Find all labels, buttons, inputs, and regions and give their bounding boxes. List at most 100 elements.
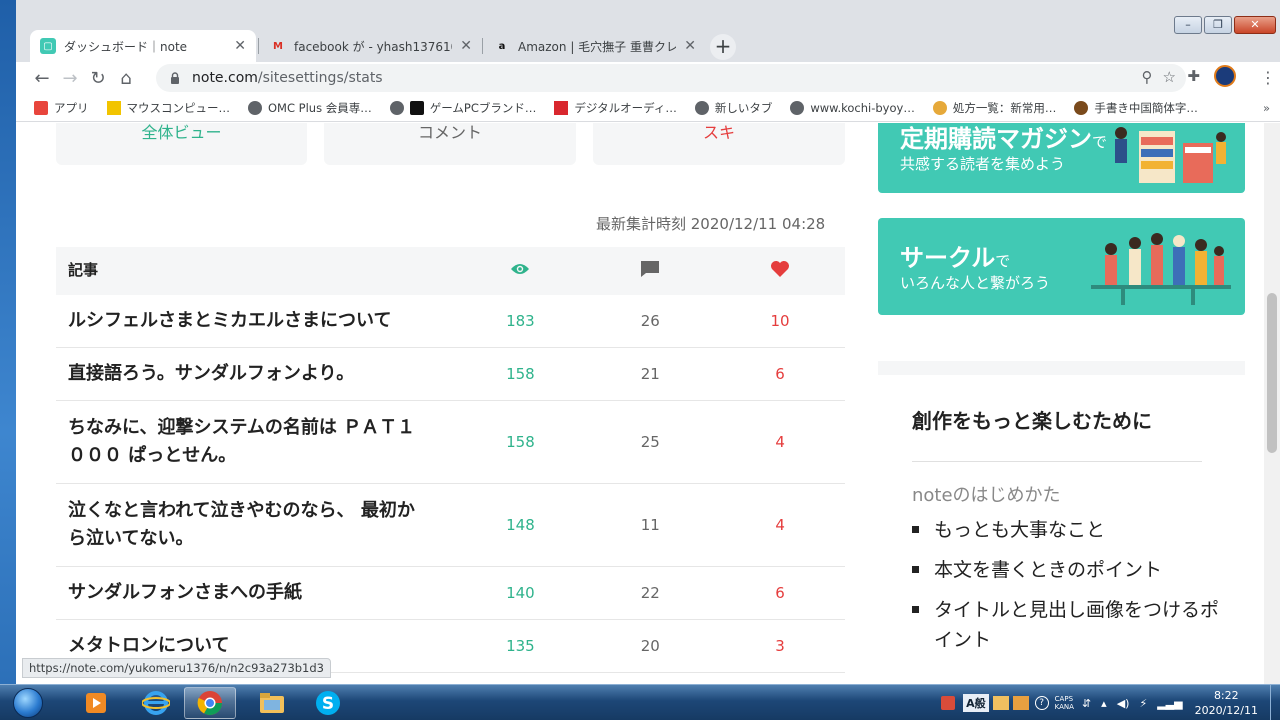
ime-mode-indicator[interactable]: A般 (963, 694, 989, 712)
help-link[interactable]: 本文を書くときのポイント (912, 555, 1232, 585)
more-bookmarks-icon[interactable]: » (1263, 101, 1270, 115)
taskbar-chrome[interactable] (184, 687, 236, 719)
browser-toolbar: ← → ↻ ⌂ note.com/sitesettings/stats ⚲ ☆ … (16, 62, 1280, 94)
circle-banner[interactable]: サークルで いろんな人と繋がろう (878, 218, 1245, 315)
caps-label: CAPS (1054, 695, 1074, 703)
tab-amazon[interactable]: a Amazon | 毛穴撫子 重曹クレン ✕ (484, 30, 706, 62)
start-button[interactable] (2, 686, 54, 720)
chevron-up-icon[interactable]: ▴ (1101, 697, 1107, 710)
table-row[interactable]: サンダルフォンさまへの手紙 140 22 6 (56, 567, 845, 620)
new-tab-button[interactable]: + (710, 34, 736, 60)
show-desktop-button[interactable] (1270, 685, 1280, 720)
comments-count: 22 (640, 584, 660, 602)
bookmark-newtab[interactable]: 新しいタブ (694, 100, 772, 116)
plugin-icon[interactable]: ⚡ (1139, 697, 1147, 710)
minimize-button[interactable]: – (1174, 16, 1202, 34)
tab-divider (482, 38, 483, 54)
amazon-icon: a (498, 40, 506, 52)
home-icon[interactable]: ⌂ (112, 64, 140, 92)
banner-title: 定期購読マガジン (900, 125, 1092, 153)
bookmark-mouse[interactable]: マウスコンピュー… (106, 100, 230, 116)
globe-icon (694, 100, 709, 115)
page-scrollbar[interactable] (1264, 123, 1280, 684)
bookmark-kochi[interactable]: www.kochi-byoy… (790, 100, 915, 115)
profile-avatar[interactable] (1214, 65, 1236, 87)
card-likes[interactable]: スキ (593, 123, 845, 165)
system-tray: A般 ? CAPS KANA ⇵ ▴ ◀) ⚡ ▂▃▅ 8:22 2020/12… (941, 685, 1280, 720)
svg-text:S: S (322, 694, 334, 714)
article-title[interactable]: 泣くなと言われて泣きやむのなら、 最初から泣いてない。 (56, 497, 426, 553)
close-tab-icon[interactable]: ✕ (684, 38, 696, 54)
likes-count: 4 (775, 516, 785, 534)
article-title[interactable]: ちなみに、迎撃システムの名前は ＰＡＴ１０００ ぱっとせん。 (56, 414, 426, 470)
skype-icon: S (316, 691, 340, 715)
bookmark-chinese[interactable]: 手書き中国簡体字… (1074, 100, 1198, 116)
ime-toolbar-icon[interactable] (1012, 696, 1029, 710)
article-title[interactable]: ルシフェルさまとミカエルさまについて (56, 307, 456, 335)
bookmark-audio[interactable]: デジタルオーディ… (554, 100, 677, 116)
chrome-icon (197, 691, 222, 716)
network-icon[interactable]: ⇵ (1082, 697, 1091, 710)
article-title[interactable]: メタトロンについて (56, 632, 456, 660)
reading-people-illustration (1115, 127, 1226, 183)
bookmark-label: OMC Plus 会員専… (268, 100, 372, 115)
views-count: 135 (506, 637, 535, 655)
clock[interactable]: 8:22 2020/12/11 (1195, 688, 1258, 718)
signal-bars-icon[interactable]: ▂▃▅ (1157, 697, 1182, 710)
clock-time: 8:22 (1213, 689, 1239, 702)
internet-explorer-icon (142, 691, 170, 715)
menu-kebab-icon[interactable]: ⋮ (1260, 68, 1276, 87)
banner-title-suffix: で (995, 252, 1011, 270)
forward-icon[interactable]: → (56, 64, 84, 92)
reload-icon[interactable]: ↻ (84, 64, 112, 92)
likes-count: 6 (775, 365, 785, 383)
table-row[interactable]: 泣くなと言われて泣きやむのなら、 最初から泣いてない。 148 11 4 (56, 484, 845, 567)
bookmark-prescription[interactable]: 処方一覧：新常用… (932, 100, 1056, 116)
help-icon[interactable]: ? (1034, 696, 1049, 710)
bookmark-omc[interactable]: OMC Plus 会員専… (248, 100, 372, 116)
table-row[interactable]: ちなみに、迎撃システムの名前は ＰＡＴ１０００ ぱっとせん。 158 25 4 (56, 401, 845, 484)
taskbar-media-player[interactable] (70, 687, 122, 719)
scrollbar-thumb[interactable] (1267, 293, 1277, 453)
help-link[interactable]: もっとも大事なこと (912, 515, 1232, 545)
bookmark-game[interactable]: ゲームPCブランド… (389, 100, 537, 116)
taskbar-internet-explorer[interactable] (130, 687, 182, 719)
table-row[interactable]: 直接語ろう。サンダルフォンより。 158 21 6 (56, 348, 845, 401)
bookmark-label: ゲームPCブランド… (429, 100, 537, 115)
article-title[interactable]: 直接語ろう。サンダルフォンより。 (56, 360, 456, 388)
group-people-illustration (1091, 233, 1231, 305)
table-row[interactable]: ルシフェルさまとミカエルさまについて 183 26 10 (56, 295, 845, 348)
card-total-views[interactable]: 全体ビュー (56, 123, 307, 165)
help-link[interactable]: タイトルと見出し画像をつけるポイント (912, 595, 1232, 655)
tray-app-icon[interactable] (941, 696, 956, 710)
zoom-icon[interactable]: ⚲ (1142, 68, 1153, 86)
extensions-puzzle-icon[interactable]: ✚ (1187, 67, 1200, 85)
article-title[interactable]: サンダルフォンさまへの手紙 (56, 579, 456, 607)
close-tab-icon[interactable]: ✕ (234, 38, 246, 54)
ime-toolbar-icon[interactable] (992, 696, 1009, 710)
banner-subtitle: 共感する読者を集めよう (900, 155, 1066, 173)
medicine-icon (932, 100, 947, 115)
bookmark-apps[interactable]: アプリ (34, 100, 89, 116)
taskbar-explorer[interactable] (246, 687, 298, 719)
address-bar[interactable]: note.com/sitesettings/stats ⚲ ☆ (156, 64, 1186, 92)
tab-note-dashboard[interactable]: ▢ ダッシュボード｜note ✕ (30, 30, 256, 62)
tab-gmail[interactable]: M facebook が - yhash13761048 ✕ (260, 30, 482, 62)
maximize-button[interactable]: ❐ (1204, 16, 1232, 34)
comments-count: 20 (640, 637, 660, 655)
close-window-button[interactable]: ✕ (1234, 16, 1276, 34)
likes-count: 10 (770, 312, 790, 330)
magazine-banner[interactable]: 定期購読マガジンで 共感する読者を集めよう (878, 123, 1245, 193)
close-tab-icon[interactable]: ✕ (460, 38, 472, 54)
browser-window: ▢ ダッシュボード｜note ✕ M facebook が - yhash137… (16, 0, 1280, 684)
speaker-icon[interactable]: ◀) (1117, 697, 1130, 710)
taskbar-skype[interactable]: S (302, 687, 354, 719)
card-label: スキ (702, 123, 735, 142)
back-icon[interactable]: ← (28, 64, 56, 92)
article-column-header: 記事 (68, 261, 99, 280)
tab-divider (258, 38, 259, 54)
divider (912, 461, 1202, 462)
card-comments[interactable]: コメント (324, 123, 576, 165)
views-count: 183 (506, 312, 535, 330)
bookmark-star-icon[interactable]: ☆ (1163, 68, 1176, 86)
